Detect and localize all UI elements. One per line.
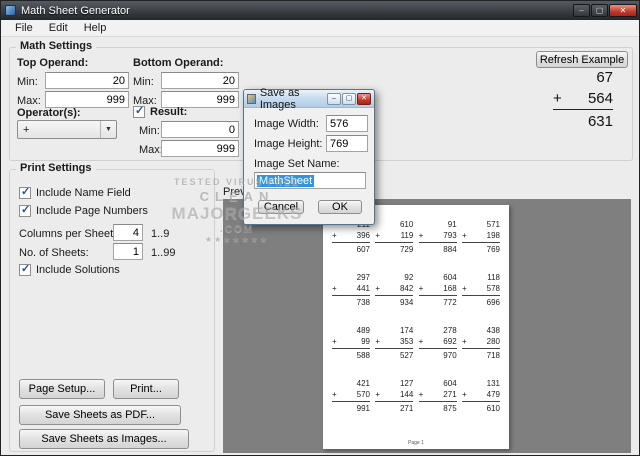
result-label: Result: xyxy=(150,106,188,118)
include-solutions-checkbox[interactable]: Include Solutions xyxy=(19,262,120,276)
dialog-maximize-button[interactable]: ▢ xyxy=(342,92,356,105)
operators-label: Operator(s): xyxy=(17,107,81,119)
dialog-cancel-button[interactable]: Cancel xyxy=(258,200,304,214)
math-problem: 604 +168 772 xyxy=(418,273,457,307)
dialog-title: Save as Images xyxy=(259,86,300,111)
page-setup-button[interactable]: Page Setup... xyxy=(19,379,105,399)
preview-area: 211+396607610+11972991+793884571+1987692… xyxy=(223,199,631,453)
example-result: 631 xyxy=(587,113,613,130)
top-min-label: Min: xyxy=(17,76,38,88)
sheets-range-label: 1..99 xyxy=(151,247,176,259)
save-as-images-dialog: Save as Images – ▢ ✕ Image Width: Image … xyxy=(243,86,375,225)
window-title: Math Sheet Generator xyxy=(21,4,130,17)
include-name-field-label: Include Name Field xyxy=(36,187,131,199)
top-max-label: Max: xyxy=(17,95,41,107)
image-width-label: Image Width: xyxy=(254,118,319,130)
app-icon xyxy=(5,5,16,16)
close-button[interactable]: ✕ xyxy=(609,4,637,17)
result-min-label: Min: xyxy=(139,125,160,137)
menu-edit[interactable]: Edit xyxy=(41,21,76,35)
math-problem: 92 +842 934 xyxy=(375,273,414,307)
preview-sheet: 211+396607610+11972991+793884571+1987692… xyxy=(323,205,509,449)
no-of-sheets-input[interactable] xyxy=(113,243,143,260)
math-problem: 278 +692 970 xyxy=(418,326,457,360)
print-button[interactable]: Print... xyxy=(113,379,179,399)
include-page-numbers-label: Include Page Numbers xyxy=(36,205,148,217)
math-problem: 489 +99 588 xyxy=(332,326,370,360)
math-problem: 91 +793 884 xyxy=(418,220,457,254)
example-bottom-operand: 564 xyxy=(587,90,613,107)
include-name-field-box[interactable] xyxy=(19,185,31,199)
image-set-name-label: Image Set Name: xyxy=(254,158,340,170)
math-problem: 571 +198 769 xyxy=(461,220,500,254)
titlebar: Math Sheet Generator – ▢ ✕ xyxy=(1,1,639,20)
image-width-input[interactable] xyxy=(326,115,368,132)
include-name-field-checkbox[interactable]: Include Name Field xyxy=(19,185,131,199)
maximize-button[interactable]: ▢ xyxy=(591,4,608,17)
image-set-name-input[interactable]: MathSheet xyxy=(254,172,366,189)
page-number-label: Page 1 xyxy=(408,440,424,446)
menubar: File Edit Help xyxy=(1,20,639,37)
app-window: Math Sheet Generator – ▢ ✕ File Edit Hel… xyxy=(0,0,640,456)
minimize-button[interactable]: – xyxy=(573,4,590,17)
result-checkbox-box[interactable] xyxy=(133,104,145,118)
bottom-min-label: Min: xyxy=(133,76,154,88)
image-height-input[interactable] xyxy=(326,135,368,152)
include-page-numbers-box[interactable] xyxy=(19,203,31,217)
menu-file[interactable]: File xyxy=(7,21,41,35)
include-solutions-label: Include Solutions xyxy=(36,264,120,276)
math-problem: 118 +578 696 xyxy=(461,273,500,307)
result-max-input[interactable] xyxy=(161,140,239,157)
example-top-operand: 67 xyxy=(596,69,613,86)
math-problem: 421 +570 991 xyxy=(332,379,370,413)
columns-per-sheet-input[interactable] xyxy=(113,224,143,241)
dialog-close-button[interactable]: ✕ xyxy=(357,92,371,105)
top-max-input[interactable] xyxy=(45,91,129,108)
math-problem: 127 +144 271 xyxy=(375,379,414,413)
math-problem: 610 +119 729 xyxy=(375,220,414,254)
no-of-sheets-label: No. of Sheets: xyxy=(19,247,89,259)
dialog-titlebar: Save as Images – ▢ ✕ xyxy=(244,86,374,111)
dialog-minimize-button[interactable]: – xyxy=(327,92,341,105)
math-problem: 131 +479 610 xyxy=(461,379,500,413)
result-max-label: Max: xyxy=(139,144,163,156)
columns-per-sheet-label: Columns per Sheet: xyxy=(19,228,117,240)
chevron-down-icon[interactable]: ▼ xyxy=(100,121,116,138)
bottom-min-input[interactable] xyxy=(161,72,239,89)
result-min-input[interactable] xyxy=(161,121,239,138)
image-height-label: Image Height: xyxy=(254,138,323,150)
menu-help[interactable]: Help xyxy=(76,21,115,35)
refresh-example-button[interactable]: Refresh Example xyxy=(536,51,628,68)
math-problem: 438 +280 718 xyxy=(461,326,500,360)
dialog-ok-button[interactable]: OK xyxy=(318,200,362,214)
math-problem: 174 +353 527 xyxy=(375,326,414,360)
operators-value: + xyxy=(23,123,30,136)
include-solutions-box[interactable] xyxy=(19,262,31,276)
result-checkbox[interactable]: Result: xyxy=(133,104,188,118)
save-sheets-images-button[interactable]: Save Sheets as Images... xyxy=(19,429,189,449)
top-min-input[interactable] xyxy=(45,72,129,89)
print-settings-label: Print Settings xyxy=(16,162,96,174)
dialog-icon xyxy=(247,93,256,104)
operators-combobox[interactable]: + ▼ xyxy=(17,120,117,139)
columns-range-label: 1..9 xyxy=(151,228,170,240)
problems-grid: 211+396607610+11972991+793884571+1987692… xyxy=(323,205,509,415)
image-set-name-value: MathSheet xyxy=(257,174,315,187)
bottom-operand-label: Bottom Operand: xyxy=(133,57,224,69)
math-settings-label: Math Settings xyxy=(16,40,97,52)
example-problem: 67 + 564 631 xyxy=(553,69,613,130)
save-sheets-pdf-button[interactable]: Save Sheets as PDF... xyxy=(19,405,181,425)
top-operand-label: Top Operand: xyxy=(17,57,89,69)
math-problem: 604 +271 875 xyxy=(418,379,457,413)
include-page-numbers-checkbox[interactable]: Include Page Numbers xyxy=(19,203,148,217)
math-problem: 297 +441 738 xyxy=(332,273,370,307)
plus-sign: + xyxy=(553,90,562,107)
